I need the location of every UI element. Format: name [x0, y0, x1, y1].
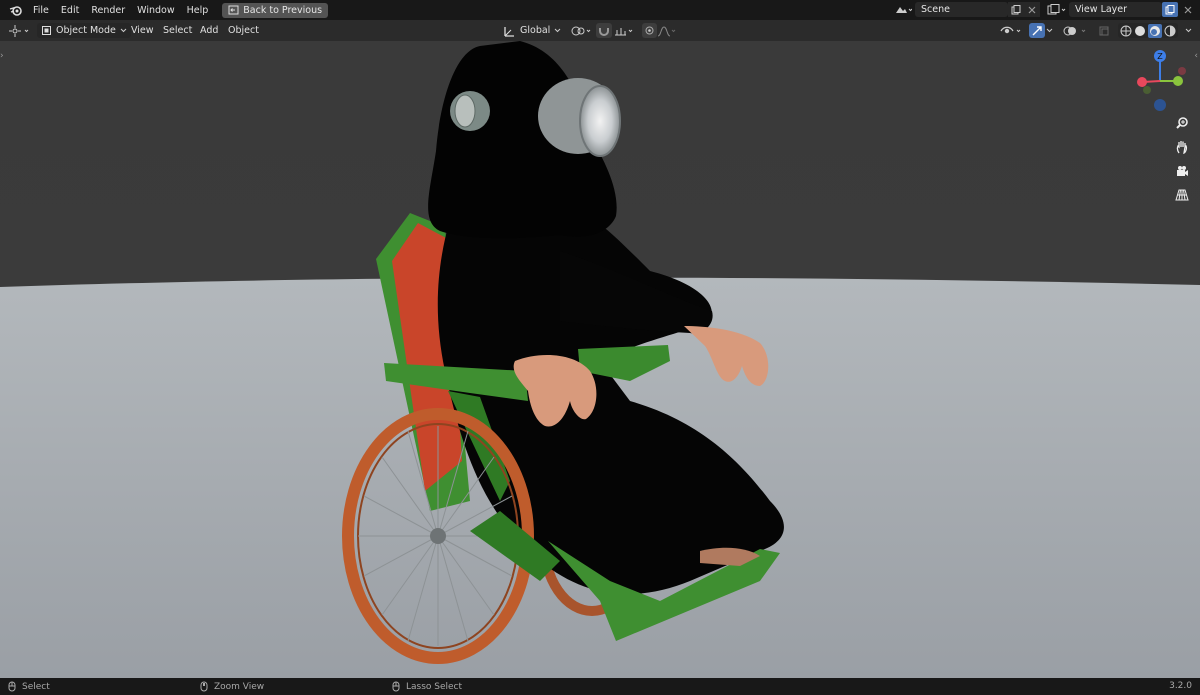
snap-toggle[interactable]	[596, 23, 612, 38]
transform-orientation-label: Global	[520, 25, 551, 36]
object-mode-icon	[42, 26, 51, 35]
delete-scene-icon[interactable]	[1024, 2, 1040, 17]
orientation-icon	[504, 26, 514, 37]
overlays-icon	[1063, 26, 1086, 35]
object-visibility-dropdown[interactable]	[1000, 23, 1024, 38]
proportional-editing-toggle[interactable]	[642, 23, 657, 38]
zoom-button[interactable]	[1171, 112, 1193, 134]
zoom-icon	[1176, 117, 1188, 129]
navigation-gizmo[interactable]: Z	[1120, 43, 1200, 123]
eye-icon	[1000, 26, 1021, 33]
view-layer-name: View Layer	[1075, 4, 1128, 15]
menu-edit[interactable]: Edit	[55, 5, 85, 16]
pan-button[interactable]	[1171, 136, 1193, 158]
chevron-down-icon	[1185, 28, 1192, 33]
menu-view[interactable]: View	[131, 23, 154, 38]
mode-dropdown[interactable]: Object Mode	[37, 23, 131, 38]
view-layer-selector-icon[interactable]	[1046, 3, 1068, 17]
scene-render	[0, 41, 1200, 678]
chevron-down-icon	[554, 28, 561, 33]
camera-icon	[1177, 166, 1188, 176]
viewport-header: Object Mode View Select Add Object Globa…	[0, 20, 1200, 41]
menu-add[interactable]: Add	[200, 23, 218, 38]
menu-file[interactable]: File	[27, 5, 55, 16]
status-select-label: Select	[22, 681, 50, 692]
delete-view-layer-icon[interactable]	[1180, 2, 1196, 17]
menu-window[interactable]: Window	[131, 5, 180, 16]
new-scene-icon[interactable]	[1008, 2, 1024, 17]
version-label: 3.2.0	[1169, 681, 1192, 691]
material-preview-shading-icon[interactable]	[1148, 23, 1162, 38]
perspective-toggle-button[interactable]	[1171, 184, 1193, 206]
solid-shading-icon[interactable]	[1134, 25, 1146, 37]
pivot-icon	[571, 26, 591, 35]
back-to-previous-button[interactable]: Back to Previous	[222, 2, 329, 18]
shading-mode-group	[1118, 23, 1178, 38]
scene-name-field[interactable]: Scene	[915, 2, 1008, 17]
xray-icon	[1099, 26, 1109, 35]
grid-perspective-icon	[1175, 189, 1189, 201]
pivot-point-dropdown[interactable]	[570, 23, 594, 38]
status-select: Select	[8, 681, 50, 692]
transform-orientation-dropdown[interactable]: Global	[503, 23, 561, 38]
status-lasso-label: Lasso Select	[406, 681, 463, 692]
scene-selector-icon[interactable]	[893, 3, 913, 17]
xray-toggle[interactable]	[1098, 23, 1111, 38]
view-layer-field[interactable]: View Layer	[1069, 2, 1162, 17]
top-bar: File Edit Render Window Help Back to Pre…	[0, 0, 1200, 20]
gizmo-icon	[1032, 25, 1042, 35]
proportional-editing-icon	[645, 26, 654, 35]
gizmo-toggle[interactable]	[1029, 23, 1045, 38]
rendered-shading-icon[interactable]	[1164, 25, 1176, 37]
menu-select[interactable]: Select	[163, 23, 192, 38]
mouse-middle-icon	[200, 681, 208, 692]
gizmo-z-label: Z	[1157, 52, 1163, 61]
falloff-dropdown[interactable]	[657, 23, 679, 38]
status-zoom-label: Zoom View	[214, 681, 265, 692]
back-icon	[228, 5, 239, 15]
mode-label: Object Mode	[56, 25, 116, 36]
overlays-toggle[interactable]	[1063, 23, 1089, 38]
scene-name: Scene	[921, 4, 950, 15]
camera-view-button[interactable]	[1171, 160, 1193, 182]
menu-object[interactable]: Object	[228, 23, 259, 38]
back-to-previous-label: Back to Previous	[243, 4, 323, 16]
3d-viewport-icon	[9, 25, 29, 37]
status-zoom: Zoom View	[200, 681, 264, 692]
right-panel-toggle-icon[interactable]: ‹	[1194, 51, 1198, 61]
3d-viewport[interactable]: Z › ‹	[0, 41, 1200, 678]
blender-logo-icon[interactable]	[5, 4, 27, 16]
mouse-left-icon	[8, 681, 16, 692]
wireframe-shading-icon[interactable]	[1120, 25, 1132, 37]
chevron-down-icon	[120, 28, 127, 33]
snap-increment-icon	[615, 27, 633, 35]
mouse-right-icon	[392, 681, 400, 692]
goggle-left	[450, 91, 490, 131]
left-panel-toggle-icon[interactable]: ›	[0, 51, 4, 61]
menu-help[interactable]: Help	[181, 5, 215, 16]
editor-type-selector[interactable]	[8, 23, 32, 38]
magnet-icon	[599, 27, 609, 36]
falloff-curve-icon	[657, 25, 676, 36]
chevron-down-icon	[1046, 28, 1053, 33]
hand-icon	[1176, 141, 1188, 154]
shading-options-dropdown[interactable]	[1185, 23, 1192, 38]
status-lasso: Lasso Select	[392, 681, 462, 692]
snap-target-dropdown[interactable]	[614, 23, 636, 38]
menu-render[interactable]: Render	[85, 5, 131, 16]
new-view-layer-icon[interactable]	[1162, 2, 1178, 17]
gizmo-dropdown[interactable]	[1046, 23, 1053, 38]
status-bar: Select Zoom View Lasso Select 3.2.0	[0, 678, 1200, 695]
